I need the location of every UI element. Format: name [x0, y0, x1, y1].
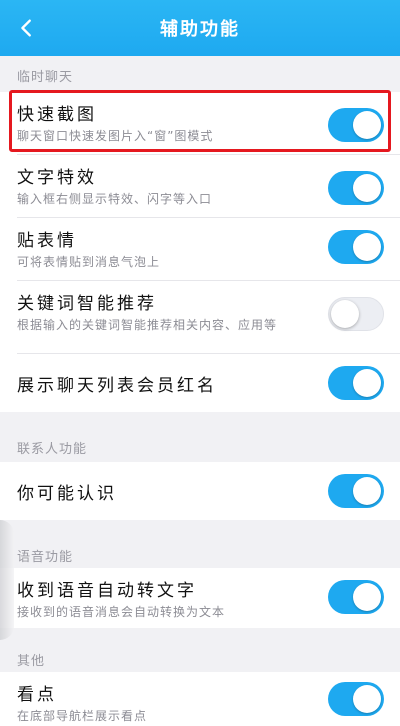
header-bar: 辅助功能 — [0, 0, 400, 56]
toggle-text-effects[interactable] — [328, 171, 384, 205]
section-label-other: 其他 — [17, 654, 46, 669]
row-title: 看点 — [17, 685, 57, 705]
section-label-contacts: 联系人功能 — [17, 442, 88, 457]
row-desc: 在底部导航栏展示看点 — [17, 709, 148, 723]
toggle-knob — [353, 685, 381, 713]
row-desc: 接收到的语音消息会自动转换为文本 — [17, 605, 226, 619]
row-title: 收到语音自动转文字 — [17, 581, 197, 601]
row-quick-screenshot: 快速截图 聊天窗口快速发图片入“窗”图模式 — [0, 92, 400, 155]
row-may-know: 你可能认识 — [0, 462, 400, 520]
row-desc: 可将表情贴到消息气泡上 — [17, 255, 161, 269]
page-title: 辅助功能 — [160, 19, 240, 40]
row-title: 关键词智能推荐 — [17, 294, 157, 314]
row-title: 贴表情 — [17, 231, 77, 251]
section-label-chat: 临时聊天 — [17, 70, 74, 85]
toggle-stickers[interactable] — [328, 230, 384, 264]
toggle-knob — [353, 369, 381, 397]
toggle-show-red-name[interactable] — [328, 366, 384, 400]
toggle-kandian[interactable] — [328, 682, 384, 716]
row-show-red-name: 展示聊天列表会员红名 — [0, 354, 400, 412]
edge-shadow-decoration — [0, 520, 14, 640]
row-stickers: 贴表情 可将表情贴到消息气泡上 — [0, 218, 400, 281]
row-title: 文字特效 — [17, 168, 97, 188]
toggle-knob — [353, 477, 381, 505]
row-title: 快速截图 — [17, 105, 97, 125]
row-title: 你可能认识 — [17, 483, 117, 504]
section-label-voice: 语音功能 — [17, 550, 74, 565]
toggle-keyword-recommend[interactable] — [328, 297, 384, 331]
row-keyword-recommend: 关键词智能推荐 根据输入的关键词智能推荐相关内容、应用等 — [0, 281, 400, 354]
row-desc: 根据输入的关键词智能推荐相关内容、应用等 — [17, 318, 278, 332]
toggle-quick-screenshot[interactable] — [328, 108, 384, 142]
toggle-knob — [353, 111, 381, 139]
toggle-knob — [353, 233, 381, 261]
toggle-may-know[interactable] — [328, 474, 384, 508]
toggle-knob — [353, 583, 381, 611]
toggle-knob — [331, 300, 359, 328]
toggle-voice-to-text[interactable] — [328, 580, 384, 614]
toggle-knob — [353, 174, 381, 202]
row-text-effects: 文字特效 输入框右侧显示特效、闪字等入口 — [0, 155, 400, 218]
row-desc: 聊天窗口快速发图片入“窗”图模式 — [17, 129, 214, 143]
row-desc: 输入框右侧显示特效、闪字等入口 — [17, 192, 213, 206]
row-kandian: 看点 在底部导航栏展示看点 — [0, 672, 400, 726]
row-title: 展示聊天列表会员红名 — [17, 375, 217, 396]
row-voice-to-text: 收到语音自动转文字 接收到的语音消息会自动转换为文本 — [0, 568, 400, 628]
